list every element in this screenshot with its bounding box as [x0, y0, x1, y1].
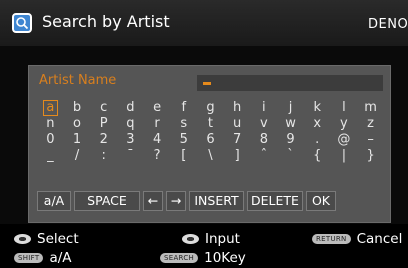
key-button[interactable]: ` — [277, 148, 304, 164]
space-button[interactable]: SPACE — [74, 191, 140, 211]
key-button[interactable]: | — [331, 148, 358, 164]
key-button[interactable]: s — [170, 116, 197, 132]
cursor-left-button[interactable]: ← — [143, 191, 163, 211]
key-button[interactable]: a — [43, 100, 58, 116]
key-button[interactable]: m — [357, 100, 384, 116]
enter-button-icon — [182, 234, 199, 244]
shift-button-icon: SHIFT — [14, 253, 44, 263]
cursor-right-button[interactable]: → — [166, 191, 186, 211]
key-button[interactable]: 6 — [197, 132, 224, 148]
key-button[interactable]: } — [357, 148, 384, 164]
return-button-icon: RETURN — [312, 234, 351, 244]
ok-button[interactable]: OK — [306, 191, 336, 211]
key-button[interactable]: o — [64, 116, 91, 132]
key-button[interactable]: n — [37, 116, 64, 132]
hint-search: SEARCH 10Key — [160, 250, 246, 266]
key-button[interactable]: q — [117, 116, 144, 132]
key-button[interactable]: 8 — [251, 132, 278, 148]
text-cursor — [203, 82, 211, 85]
key-button[interactable]: ] — [224, 148, 251, 164]
key-button[interactable]: g — [197, 100, 224, 116]
search-button-icon: SEARCH — [160, 253, 199, 263]
character-grid: a b c d e f g h i j k l m n o Pq r s t u v w x y z 0 1 2 3 4 5 6 7 8 9. @ – _… — [37, 100, 385, 164]
key-button[interactable]: h — [224, 100, 251, 116]
keyboard-panel: Artist Name abcdefghijklm noPqrstuvwxyz 01… — [28, 65, 391, 223]
brand-logo: DENON — [368, 17, 408, 32]
key-button[interactable]: . — [304, 132, 331, 148]
key-button[interactable]: 5 — [170, 132, 197, 148]
hint-cancel: RETURN Cancel — [312, 231, 402, 247]
key-button[interactable]: ˆ — [251, 148, 278, 164]
key-button[interactable]: \ — [197, 148, 224, 164]
key-button[interactable]: u — [224, 116, 251, 132]
key-button[interactable]: P — [90, 116, 117, 132]
key-button[interactable]: d — [117, 100, 144, 116]
key-button[interactable]: f — [170, 100, 197, 116]
key-button[interactable]: v — [251, 116, 278, 132]
page-title: Search by Artist — [42, 12, 170, 31]
key-button[interactable]: 3 — [117, 132, 144, 148]
key-button[interactable]: y — [331, 116, 358, 132]
key-button[interactable]: z — [357, 116, 384, 132]
key-button[interactable]: x — [304, 116, 331, 132]
key-button[interactable]: 0 — [37, 132, 64, 148]
main-stage: Artist Name abcdefghijklm noPqrstuvwxyz 01… — [0, 46, 408, 224]
key-button[interactable]: e — [144, 100, 171, 116]
hint-select: Select — [14, 231, 79, 247]
key-button[interactable]: – — [357, 132, 384, 148]
key-button[interactable]: ¯ — [117, 148, 144, 164]
delete-button[interactable]: DELETE — [247, 191, 303, 211]
key-button[interactable]: : — [90, 148, 117, 164]
key-button[interactable]: 4 — [144, 132, 171, 148]
key-button[interactable]: _ — [37, 148, 64, 164]
key-button[interactable]: w — [277, 116, 304, 132]
key-button[interactable]: j — [277, 100, 304, 116]
key-button[interactable]: 7 — [224, 132, 251, 148]
hint-shift: SHIFT a/A — [14, 250, 72, 266]
key-button[interactable]: 1 — [64, 132, 91, 148]
enter-button-icon — [14, 234, 31, 244]
key-button[interactable]: c — [90, 100, 117, 116]
key-button[interactable]: k — [304, 100, 331, 116]
key-button[interactable]: b — [64, 100, 91, 116]
header-bar: Search by Artist DENON — [0, 0, 408, 46]
control-row: a/A SPACE ← → INSERT DELETE OK — [37, 191, 336, 211]
insert-button[interactable]: INSERT — [189, 191, 244, 211]
key-button[interactable]: l — [331, 100, 358, 116]
key-button[interactable]: r — [144, 116, 171, 132]
field-label: Artist Name — [39, 73, 117, 88]
key-button[interactable]: 2 — [90, 132, 117, 148]
key-button[interactable]: i — [251, 100, 278, 116]
key-button[interactable]: { — [304, 148, 331, 164]
key-button[interactable]: t — [197, 116, 224, 132]
footer-hints: Select Input RETURN Cancel SHIFT a/A SEA… — [0, 224, 408, 268]
key-button[interactable]: [ — [170, 148, 197, 164]
case-toggle-button[interactable]: a/A — [37, 191, 71, 211]
key-button[interactable]: ? — [144, 148, 171, 164]
hint-input: Input — [182, 231, 240, 247]
search-mode-icon — [12, 13, 32, 33]
artist-name-input[interactable] — [197, 75, 383, 91]
key-button[interactable]: / — [64, 148, 91, 164]
key-button[interactable]: @ — [331, 132, 358, 148]
key-button[interactable]: 9 — [277, 132, 304, 148]
